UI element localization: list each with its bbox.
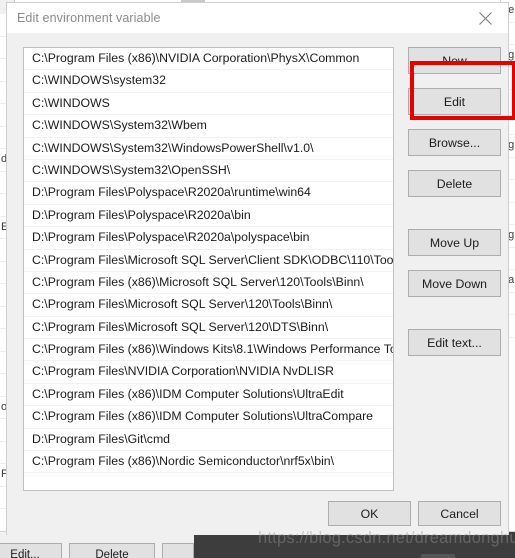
list-item[interactable]: C:\Program Files (x86)\IDM Computer Solu… — [24, 406, 393, 429]
edit-text-button[interactable]: Edit text... — [408, 329, 501, 356]
list-item[interactable]: C:\WINDOWS\system32 — [24, 70, 393, 93]
list-item[interactable]: D:\Program Files\Polyspace\R2020a\runtim… — [24, 182, 393, 205]
dialog-title: Edit environment variable — [17, 11, 161, 25]
list-item[interactable]: C:\WINDOWS\System32\OpenSSH\ — [24, 160, 393, 183]
list-item[interactable]: C:\WINDOWS\System32\WindowsPowerShell\v1… — [24, 138, 393, 160]
list-item[interactable]: D:\Program Files\Git\cmd — [24, 429, 393, 452]
list-item[interactable]: C:\Program Files\NVIDIA Corporation\NVID… — [24, 361, 393, 384]
list-item[interactable]: D:\Program Files\Polyspace\R2020a\polysp… — [24, 227, 393, 250]
list-item[interactable]: C:\Program Files\Microsoft SQL Server\12… — [24, 294, 393, 317]
list-item[interactable]: C:\WINDOWS\System32\Wbem — [24, 115, 393, 138]
list-item[interactable]: C:\Program Files (x86)\Microsoft SQL Ser… — [24, 272, 393, 295]
delete-button[interactable]: Delete — [408, 170, 501, 197]
list-item[interactable]: C:\WINDOWS — [24, 93, 393, 116]
cancel-button[interactable]: Cancel — [418, 501, 501, 526]
list-item[interactable]: D:\Program Files\Polyspace\R2020a\bin — [24, 205, 393, 228]
path-listbox[interactable]: C:\Program Files (x86)\NVIDIA Corporatio… — [23, 47, 394, 491]
background-taskbar — [194, 532, 515, 558]
action-button-column: New Edit Browse... Delete Move Up Move D… — [408, 47, 504, 356]
move-up-button[interactable]: Move Up — [408, 229, 501, 256]
background-delete-button[interactable]: Delete — [69, 543, 155, 558]
list-item[interactable]: C:\Program Files (x86)\Nordic Semiconduc… — [24, 451, 393, 474]
dialog-body: C:\Program Files (x86)\NVIDIA Corporatio… — [7, 33, 515, 535]
browse-button[interactable]: Browse... — [408, 129, 501, 156]
dialog-footer: OK Cancel — [7, 501, 510, 535]
list-item[interactable]: C:\Program Files\Microsoft SQL Server\12… — [24, 317, 393, 340]
list-empty-row[interactable] — [24, 473, 393, 490]
edit-environment-variable-dialog: Edit environment variable C:\Program Fil… — [6, 2, 515, 535]
edit-button[interactable]: Edit — [408, 88, 501, 115]
list-item[interactable]: C:\Program Files (x86)\IDM Computer Solu… — [24, 384, 393, 407]
move-down-button[interactable]: Move Down — [408, 270, 501, 297]
list-item[interactable]: C:\Program Files (x86)\Windows Kits\8.1\… — [24, 339, 393, 362]
list-item[interactable]: C:\Program Files\Microsoft SQL Server\Cl… — [24, 250, 393, 272]
screen: d E o P ne ng ng ng ri — [0, 0, 515, 558]
background-bottom-buttons: Edit... Delete — [0, 543, 194, 558]
dialog-titlebar: Edit environment variable — [7, 3, 508, 33]
background-bottom-bar: Edit... Delete — [0, 531, 515, 558]
background-taskbar-item — [421, 554, 455, 558]
list-item[interactable]: C:\Program Files (x86)\NVIDIA Corporatio… — [24, 48, 393, 71]
background-extra-button[interactable] — [162, 543, 194, 558]
close-icon[interactable] — [462, 3, 508, 33]
ok-button[interactable]: OK — [328, 501, 411, 526]
background-edit-button[interactable]: Edit... — [0, 543, 62, 558]
new-button[interactable]: New — [408, 47, 501, 74]
